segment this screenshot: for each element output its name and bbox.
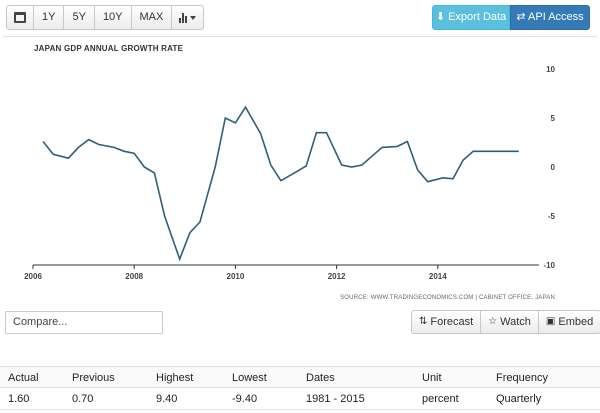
- chevron-down-icon: [190, 15, 197, 20]
- source-note: SOURCE: WWW.TRADINGECONOMICS.COM | CABIN…: [340, 295, 555, 301]
- chart-toolbar: 1Y 5Y 10Y MAX ⬇ Export Data ⇄ API Access: [0, 0, 600, 36]
- x-tick-label: 2006: [24, 272, 42, 281]
- value-dates: 1981 - 2015: [306, 393, 365, 405]
- forecast-button[interactable]: ⇅ Forecast: [412, 311, 480, 333]
- stats-header-row: Actual Previous Highest Lowest Dates Uni…: [0, 366, 600, 388]
- value-highest: 9.40: [156, 393, 178, 405]
- export-data-button[interactable]: ⬇ Export Data: [432, 5, 510, 30]
- y-tick-label: -5: [548, 212, 556, 221]
- x-tick-label: 2014: [429, 272, 447, 281]
- y-tick-label: 0: [551, 163, 556, 172]
- gdp-line-chart: JAPAN GDP ANNUAL GROWTH RATE 10 5 0 -5 -10 2…: [24, 44, 556, 301]
- range-10y-button[interactable]: 10Y: [93, 6, 131, 29]
- y-tick-label: 5: [551, 114, 556, 123]
- range-1y-button[interactable]: 1Y: [33, 6, 63, 29]
- y-tick-label: 10: [546, 65, 555, 74]
- chart-area: JAPAN GDP ANNUAL GROWTH RATE 10 5 0 -5 -10 2…: [3, 36, 597, 308]
- exchange-icon: ⇄: [516, 11, 529, 23]
- api-access-label: API Access: [528, 11, 584, 23]
- y-tick-label: -10: [543, 261, 555, 270]
- export-data-label: Export Data: [448, 11, 507, 23]
- header-lowest: Lowest: [232, 372, 267, 384]
- header-dates: Dates: [306, 372, 335, 384]
- embed-label: Embed: [558, 316, 594, 328]
- value-actual: 1.60: [8, 393, 30, 405]
- calendar-icon: [14, 12, 26, 23]
- stats-value-row: 1.60 0.70 9.40 -9.40 1981 - 2015 percent…: [0, 388, 600, 410]
- value-lowest: -9.40: [232, 393, 258, 405]
- x-tick-label: 2012: [328, 272, 346, 281]
- header-previous: Previous: [72, 372, 115, 384]
- chart-type-button[interactable]: [171, 6, 203, 29]
- x-tick-label: 2008: [125, 272, 143, 281]
- star-icon: ☆: [488, 316, 498, 327]
- header-highest: Highest: [156, 372, 194, 384]
- header-unit: Unit: [422, 372, 442, 384]
- range-button-group: 1Y 5Y 10Y MAX: [6, 5, 205, 30]
- range-max-button[interactable]: MAX: [130, 6, 172, 29]
- value-frequency: Quarterly: [496, 393, 542, 405]
- header-actual: Actual: [8, 372, 39, 384]
- x-tick-label: 2010: [227, 272, 245, 281]
- gdp-growth-series-line: [42, 105, 519, 262]
- chart-title: JAPAN GDP ANNUAL GROWTH RATE: [34, 44, 184, 53]
- bar-chart-icon: [179, 12, 188, 23]
- download-icon: ⬇: [435, 11, 449, 23]
- watch-button[interactable]: ☆ Watch: [480, 311, 538, 333]
- range-5y-button[interactable]: 5Y: [63, 6, 93, 29]
- chart-action-group: ⇅ Forecast ☆ Watch ▣ Embed: [411, 310, 600, 334]
- value-previous: 0.70: [72, 393, 94, 405]
- header-frequency: Frequency: [496, 372, 548, 384]
- compare-input[interactable]: Compare...: [5, 311, 163, 334]
- forecast-label: Forecast: [430, 316, 474, 328]
- image-icon: ▣: [545, 316, 556, 327]
- api-access-button[interactable]: ⇄ API Access: [510, 5, 590, 30]
- value-unit: percent: [422, 393, 459, 405]
- embed-button[interactable]: ▣ Embed: [537, 311, 600, 333]
- stats-table: Actual Previous Highest Lowest Dates Uni…: [0, 366, 600, 410]
- calendar-button[interactable]: [7, 6, 33, 29]
- watch-label: Watch: [500, 316, 531, 328]
- sort-arrows-icon: ⇅: [419, 316, 428, 327]
